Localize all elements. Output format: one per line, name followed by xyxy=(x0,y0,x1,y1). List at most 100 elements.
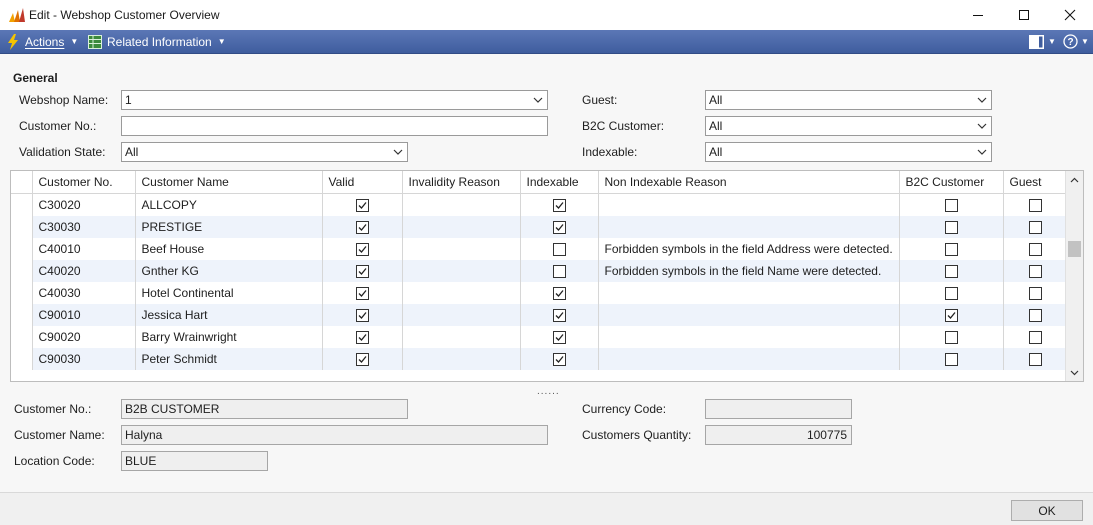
customer-name-cell[interactable]: Beef House xyxy=(135,238,323,260)
guest-checkbox[interactable] xyxy=(1028,199,1042,213)
indexable-checkbox[interactable] xyxy=(552,287,566,301)
b2c-customer-checkbox[interactable] xyxy=(944,331,958,345)
invalidity-reason-cell[interactable] xyxy=(402,348,521,370)
non-indexable-reason-cell[interactable] xyxy=(598,304,900,326)
guest-checkbox[interactable] xyxy=(1028,353,1042,367)
valid-checkbox[interactable] xyxy=(355,309,369,323)
customer-no-cell[interactable]: C30030 xyxy=(32,216,136,238)
b2c-customer-filter-dropdown[interactable]: All xyxy=(705,116,992,136)
close-button[interactable] xyxy=(1047,0,1093,30)
customer-name-cell[interactable]: Barry Wrainwright xyxy=(135,326,323,348)
valid-checkbox[interactable] xyxy=(355,221,369,235)
customer-name-cell[interactable]: Peter Schmidt xyxy=(135,348,323,370)
guest-checkbox[interactable] xyxy=(1028,287,1042,301)
webshop-name-dropdown[interactable]: 1 xyxy=(121,90,548,110)
b2c-customer-checkbox[interactable] xyxy=(944,265,958,279)
scroll-up-button[interactable] xyxy=(1066,171,1083,188)
guest-checkbox[interactable] xyxy=(1028,243,1042,257)
invalidity-reason-cell[interactable] xyxy=(402,304,521,326)
row-selector[interactable] xyxy=(11,282,33,304)
row-selector[interactable] xyxy=(11,216,33,238)
table-row[interactable]: C90010 Jessica Hart xyxy=(11,304,1068,326)
grid-vertical-scrollbar[interactable] xyxy=(1065,171,1083,381)
non-indexable-reason-cell[interactable] xyxy=(598,216,900,238)
table-row[interactable]: C90030 Peter Schmidt xyxy=(11,348,1068,370)
valid-checkbox[interactable] xyxy=(355,199,369,213)
non-indexable-reason-cell[interactable]: Forbidden symbols in the field Name were… xyxy=(598,260,900,282)
customer-name-cell[interactable]: ALLCOPY xyxy=(135,193,323,216)
customer-name-cell[interactable]: Jessica Hart xyxy=(135,304,323,326)
actions-menu[interactable]: Actions ▼ xyxy=(7,30,78,53)
valid-checkbox[interactable] xyxy=(355,243,369,257)
column-header[interactable]: Non Indexable Reason xyxy=(598,171,900,194)
table-row[interactable]: C40030 Hotel Continental xyxy=(11,282,1068,304)
indexable-checkbox[interactable] xyxy=(552,199,566,213)
invalidity-reason-cell[interactable] xyxy=(402,193,521,216)
scroll-down-button[interactable] xyxy=(1066,364,1083,381)
column-header[interactable]: Guest xyxy=(1003,171,1068,194)
layout-menu[interactable]: ▼ xyxy=(1029,33,1056,50)
column-header[interactable]: Customer Name xyxy=(135,171,323,194)
table-row[interactable]: C40010 Beef House Forbidden symbols in the… xyxy=(11,238,1068,260)
column-header[interactable]: Customer No. xyxy=(32,171,136,194)
pane-splitter[interactable]: ...... xyxy=(537,386,560,397)
table-row[interactable]: C30020 ALLCOPY xyxy=(11,193,1068,216)
invalidity-reason-cell[interactable] xyxy=(402,238,521,260)
non-indexable-reason-cell[interactable] xyxy=(598,348,900,370)
valid-checkbox[interactable] xyxy=(355,331,369,345)
invalidity-reason-cell[interactable] xyxy=(402,260,521,282)
b2c-customer-checkbox[interactable] xyxy=(944,243,958,257)
column-header[interactable]: Valid xyxy=(322,171,403,194)
table-row[interactable]: C30030 PRESTIGE xyxy=(11,216,1068,238)
b2c-customer-checkbox[interactable] xyxy=(944,353,958,367)
indexable-checkbox[interactable] xyxy=(552,309,566,323)
validation-state-dropdown[interactable]: All xyxy=(121,142,408,162)
row-selector[interactable] xyxy=(11,348,33,370)
valid-checkbox[interactable] xyxy=(355,287,369,301)
guest-checkbox[interactable] xyxy=(1028,309,1042,323)
customer-name-cell[interactable]: Gnther KG xyxy=(135,260,323,282)
indexable-checkbox[interactable] xyxy=(552,221,566,235)
guest-checkbox[interactable] xyxy=(1028,221,1042,235)
table-row[interactable]: C90020 Barry Wrainwright xyxy=(11,326,1068,348)
customer-no-filter-input[interactable] xyxy=(121,116,548,136)
non-indexable-reason-cell[interactable] xyxy=(598,193,900,216)
customer-no-cell[interactable]: C40020 xyxy=(32,260,136,282)
customer-no-cell[interactable]: C40010 xyxy=(32,238,136,260)
related-information-menu[interactable]: Related Information ▼ xyxy=(88,30,226,53)
indexable-checkbox[interactable] xyxy=(552,243,566,257)
customer-no-cell[interactable]: C30020 xyxy=(32,193,136,216)
b2c-customer-checkbox[interactable] xyxy=(944,199,958,213)
minimize-button[interactable] xyxy=(955,0,1001,30)
customer-no-cell[interactable]: C90030 xyxy=(32,348,136,370)
b2c-customer-checkbox[interactable] xyxy=(944,309,958,323)
row-selector[interactable] xyxy=(11,260,33,282)
customer-name-cell[interactable]: Hotel Continental xyxy=(135,282,323,304)
column-header[interactable]: Indexable xyxy=(520,171,599,194)
help-menu[interactable]: ? ▼ xyxy=(1063,33,1089,50)
customer-no-cell[interactable]: C90020 xyxy=(32,326,136,348)
indexable-checkbox[interactable] xyxy=(552,353,566,367)
column-header[interactable]: Invalidity Reason xyxy=(402,171,521,194)
row-selector[interactable] xyxy=(11,238,33,260)
non-indexable-reason-cell[interactable] xyxy=(598,282,900,304)
b2c-customer-checkbox[interactable] xyxy=(944,221,958,235)
customer-name-cell[interactable]: PRESTIGE xyxy=(135,216,323,238)
guest-checkbox[interactable] xyxy=(1028,331,1042,345)
non-indexable-reason-cell[interactable] xyxy=(598,326,900,348)
invalidity-reason-cell[interactable] xyxy=(402,326,521,348)
non-indexable-reason-cell[interactable]: Forbidden symbols in the field Address w… xyxy=(598,238,900,260)
indexable-filter-dropdown[interactable]: All xyxy=(705,142,992,162)
guest-checkbox[interactable] xyxy=(1028,265,1042,279)
invalidity-reason-cell[interactable] xyxy=(402,282,521,304)
valid-checkbox[interactable] xyxy=(355,265,369,279)
guest-filter-dropdown[interactable]: All xyxy=(705,90,992,110)
indexable-checkbox[interactable] xyxy=(552,331,566,345)
scroll-thumb[interactable] xyxy=(1068,241,1081,257)
valid-checkbox[interactable] xyxy=(355,353,369,367)
ok-button[interactable]: OK xyxy=(1011,500,1083,521)
column-header[interactable]: B2C Customer xyxy=(899,171,1004,194)
customer-no-cell[interactable]: C90010 xyxy=(32,304,136,326)
maximize-button[interactable] xyxy=(1001,0,1047,30)
table-row[interactable]: C40020 Gnther KG Forbidden symbols in the … xyxy=(11,260,1068,282)
